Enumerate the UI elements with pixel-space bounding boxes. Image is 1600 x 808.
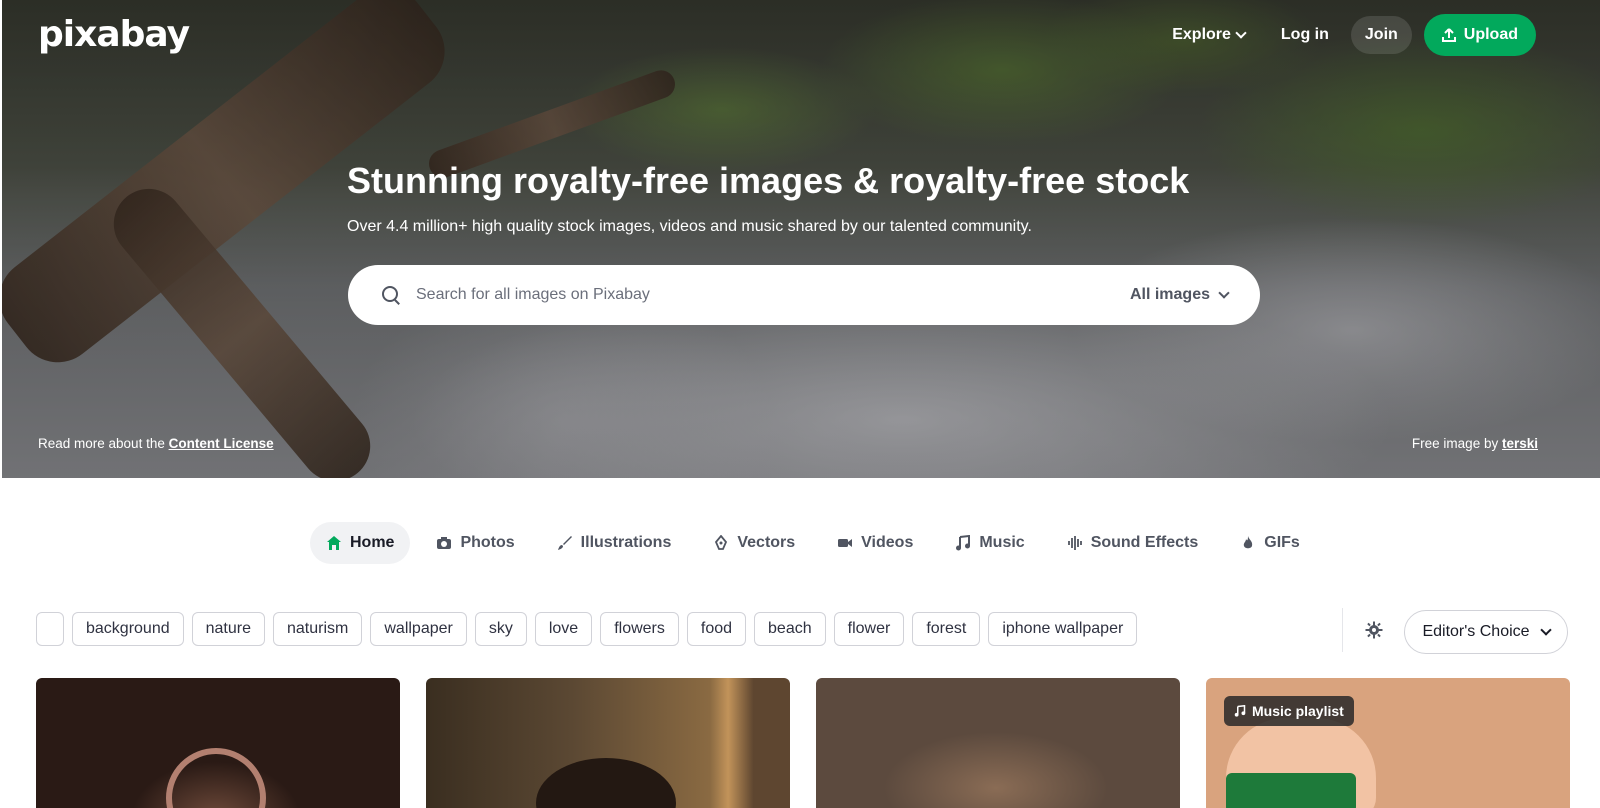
image-card[interactable]: Music playlist xyxy=(1206,678,1570,808)
tag-chip-empty[interactable] xyxy=(36,612,64,646)
alarm-clock-image xyxy=(166,748,266,808)
pixabay-logo[interactable]: pixabay xyxy=(38,14,190,55)
tag-list: background nature naturism wallpaper sky… xyxy=(36,612,1138,646)
image-credit: Free image by terski xyxy=(1412,436,1538,451)
video-camera-icon xyxy=(838,539,853,547)
person-image xyxy=(536,758,676,808)
search-bar: All images xyxy=(348,265,1260,325)
tag-chip[interactable]: wallpaper xyxy=(370,612,467,646)
flame-icon xyxy=(1244,536,1253,549)
tab-sound-effects[interactable]: Sound Effects xyxy=(1051,522,1215,564)
upload-icon xyxy=(1441,28,1456,42)
tab-gifs[interactable]: GIFs xyxy=(1224,522,1316,564)
tab-label: Sound Effects xyxy=(1090,534,1199,551)
tab-label: Illustrations xyxy=(580,534,672,551)
image-card[interactable] xyxy=(426,678,790,808)
image-card[interactable] xyxy=(816,678,1180,808)
divider xyxy=(1342,608,1343,652)
search-type-dropdown[interactable]: All images xyxy=(1129,286,1230,304)
search-input[interactable] xyxy=(416,286,1130,304)
tag-chip[interactable]: food xyxy=(686,612,747,646)
brush-icon xyxy=(557,536,572,550)
tab-label: Videos xyxy=(861,534,914,551)
chevron-down-icon xyxy=(1539,624,1552,636)
camera-icon xyxy=(437,537,452,549)
tab-vectors[interactable]: Vectors xyxy=(697,522,811,564)
music-note-icon xyxy=(956,535,971,551)
tag-chip[interactable]: flower xyxy=(833,612,905,646)
home-icon xyxy=(327,536,341,550)
tab-label: Home xyxy=(350,534,395,551)
credit-author-link[interactable]: terski xyxy=(1502,436,1538,451)
tag-chip[interactable]: naturism xyxy=(273,612,363,646)
chevron-down-icon xyxy=(1218,287,1230,299)
tab-home[interactable]: Home xyxy=(310,522,411,564)
sound-wave-icon xyxy=(1067,536,1082,550)
tab-photos[interactable]: Photos xyxy=(420,522,530,564)
tab-videos[interactable]: Videos xyxy=(821,522,929,564)
tab-music[interactable]: Music xyxy=(939,522,1040,564)
tag-chip[interactable]: nature xyxy=(191,612,265,646)
image-grid: Music playlist xyxy=(36,678,1570,808)
category-tabs: Home Photos Illustrations Vectors Videos… xyxy=(310,522,1316,564)
music-playlist-badge[interactable]: Music playlist xyxy=(1224,696,1354,726)
license-note: Read more about the Content License xyxy=(38,436,274,451)
music-note-icon xyxy=(1234,705,1246,717)
login-link[interactable]: Log in xyxy=(1267,16,1343,54)
image-card[interactable] xyxy=(36,678,400,808)
upload-button[interactable]: Upload xyxy=(1423,14,1536,56)
tag-chip[interactable]: flowers xyxy=(600,612,679,646)
tag-chip[interactable]: love xyxy=(534,612,593,646)
tag-chip[interactable]: sky xyxy=(474,612,527,646)
top-navigation: Explore Log in Join Upload xyxy=(1158,14,1536,56)
sort-label: Editor's Choice xyxy=(1422,623,1530,640)
tab-label: Music xyxy=(979,534,1025,551)
tag-chip[interactable]: background xyxy=(72,612,184,646)
sort-dropdown[interactable]: Editor's Choice xyxy=(1404,610,1568,654)
tag-chip[interactable]: forest xyxy=(912,612,981,646)
chevron-down-icon xyxy=(1235,27,1247,39)
hero-title: Stunning royalty-free images & royalty-f… xyxy=(347,160,1190,201)
search-icon[interactable] xyxy=(380,284,402,306)
search-type-label: All images xyxy=(1129,286,1210,303)
tab-label: Photos xyxy=(460,534,515,551)
join-button[interactable]: Join xyxy=(1350,16,1412,54)
badge-label: Music playlist xyxy=(1252,703,1344,719)
pen-nib-icon xyxy=(715,535,728,550)
tab-label: Vectors xyxy=(737,534,796,551)
hero-banner: pixabay Explore Log in Join Upload Stunn… xyxy=(2,0,1600,478)
upload-label: Upload xyxy=(1463,26,1518,43)
toy-image xyxy=(1226,773,1356,808)
hero-subtitle: Over 4.4 million+ high quality stock ima… xyxy=(347,218,1032,235)
tag-chip[interactable]: iphone wallpaper xyxy=(988,612,1138,646)
license-prefix: Read more about the xyxy=(38,436,169,451)
tab-illustrations[interactable]: Illustrations xyxy=(541,522,688,564)
credit-prefix: Free image by xyxy=(1411,436,1502,451)
explore-menu[interactable]: Explore xyxy=(1158,16,1259,54)
explore-label: Explore xyxy=(1172,26,1231,43)
tab-label: GIFs xyxy=(1264,534,1300,551)
hero-overlay xyxy=(2,0,1600,478)
content-license-link[interactable]: Content License xyxy=(169,436,274,451)
tag-chip[interactable]: beach xyxy=(754,612,826,646)
gear-icon[interactable] xyxy=(1365,621,1383,639)
